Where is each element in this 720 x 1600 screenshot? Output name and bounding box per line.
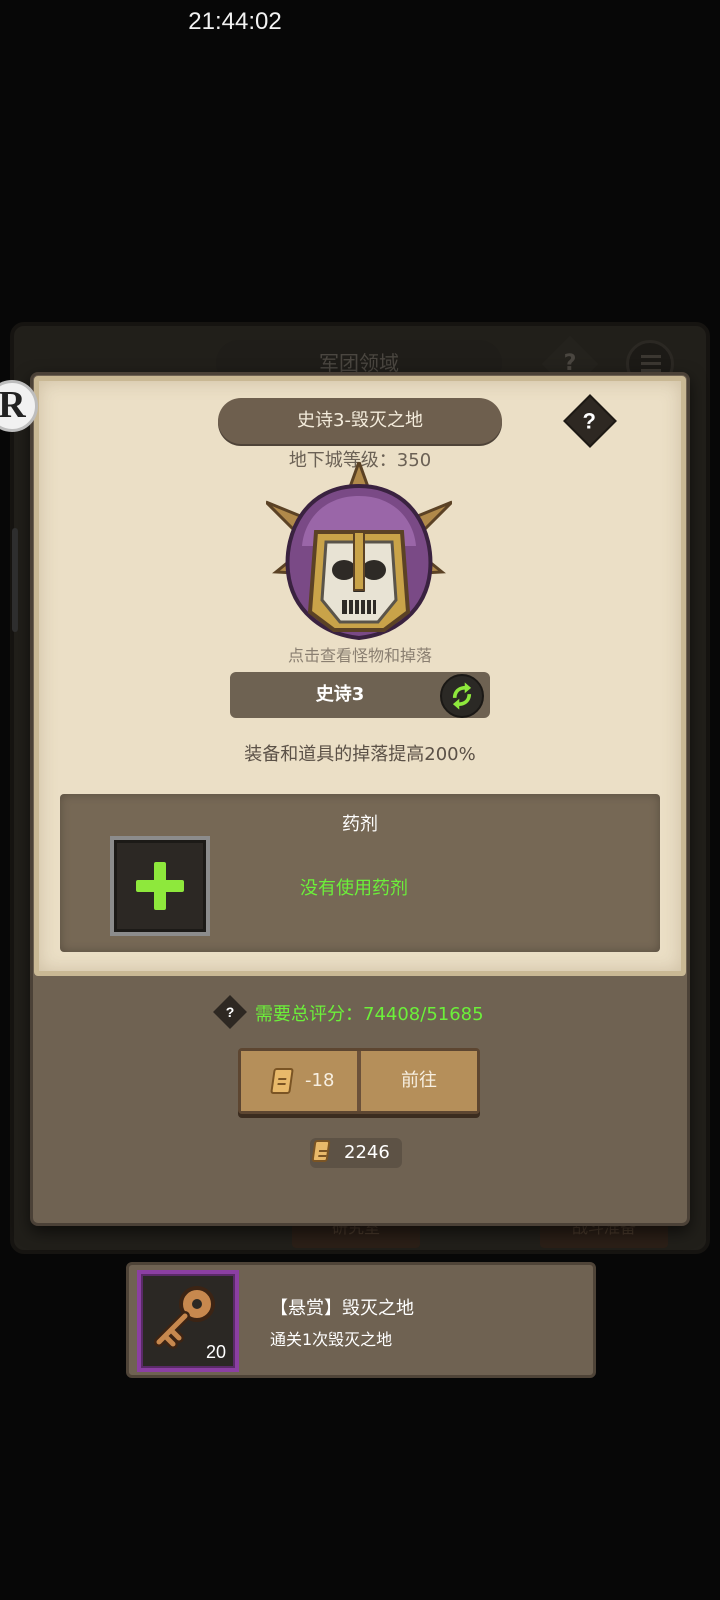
helmet-nose-guard: [353, 531, 365, 591]
requirement-help-glyph: ?: [225, 1004, 235, 1020]
bounty-reward-count: 20: [205, 1342, 226, 1362]
help-glyph: ?: [582, 408, 597, 434]
add-potion-button[interactable]: [110, 836, 210, 936]
requirement-help-icon[interactable]: ?: [213, 995, 247, 1029]
status-time: 21:44:02: [188, 8, 282, 35]
menu-line: [641, 362, 661, 365]
monster-hint[interactable]: 点击查看怪物和掉落: [0, 642, 720, 666]
drop-bonus-text: 装备和道具的掉落提高200%: [244, 744, 476, 765]
key-bow-hole: [192, 1299, 202, 1309]
skull-eye: [362, 560, 386, 580]
ticket-scroll-icon: [311, 1140, 331, 1162]
potion-title: 药剂: [342, 814, 378, 835]
potion-empty-text: 没有使用药剂: [300, 878, 408, 899]
ticket-cost: -18: [241, 1051, 357, 1111]
switch-difficulty-icon[interactable]: [440, 674, 484, 718]
bounty-description: 通关1次毁灭之地: [270, 1330, 393, 1349]
required-score: 需要总评分：74408/51685: [255, 1004, 484, 1025]
skull-eye: [332, 560, 356, 580]
dungeon-title: 史诗3-毁灭之地: [218, 398, 502, 444]
menu-line: [641, 355, 661, 358]
skull-helmet-boss-icon[interactable]: [266, 462, 452, 642]
go-button[interactable]: 前往: [361, 1051, 477, 1111]
edge-scroll-indicator: [12, 528, 18, 632]
bounty-title: 【悬赏】毁灭之地: [270, 1298, 414, 1319]
ticket-scroll-icon: [270, 1068, 294, 1094]
